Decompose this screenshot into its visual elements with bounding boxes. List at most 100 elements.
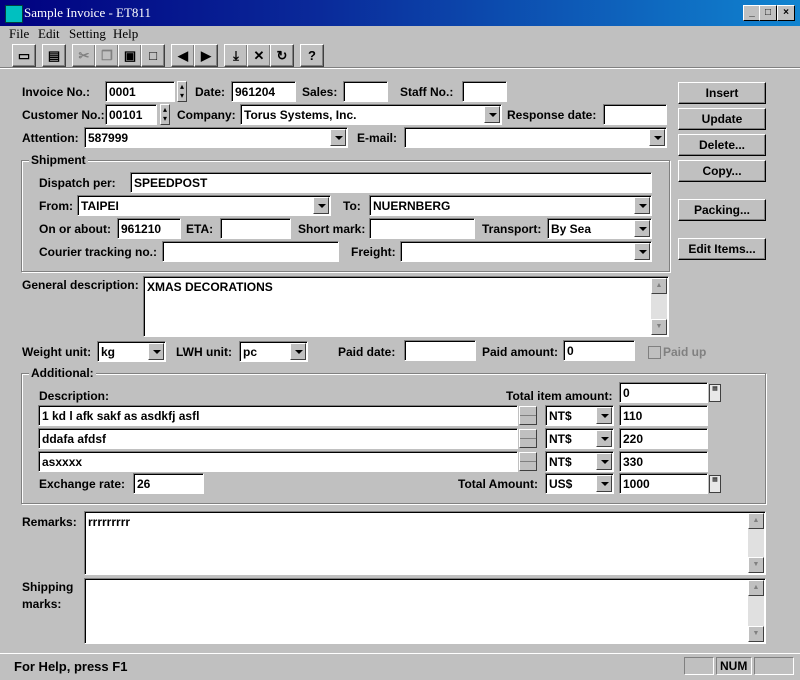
- company-label: Company:: [177, 108, 236, 122]
- total-amount-field[interactable]: 1000: [619, 473, 708, 494]
- close-button[interactable]: ×: [777, 5, 795, 21]
- customer-no-spin[interactable]: ▴ ▾: [160, 104, 170, 125]
- invoice-no-label: Invoice No.:: [22, 85, 91, 99]
- currency-dropdown-icon[interactable]: [596, 430, 612, 447]
- packing-button[interactable]: Packing...: [678, 199, 766, 221]
- item-description-field[interactable]: asxxxx: [38, 451, 518, 472]
- freight-label: Freight:: [351, 245, 396, 259]
- new-icon[interactable]: □: [141, 44, 165, 67]
- item-amount-field[interactable]: 220: [619, 428, 708, 449]
- app-icon[interactable]: [5, 5, 23, 23]
- prev-icon[interactable]: ◀: [171, 44, 195, 67]
- transport-dropdown-icon[interactable]: [634, 220, 650, 237]
- menu-edit[interactable]: Edit: [38, 26, 60, 42]
- scroll-down-icon[interactable]: ▼: [748, 557, 764, 573]
- courier-field[interactable]: [162, 241, 339, 262]
- item-currency-combo[interactable]: NT$: [545, 451, 614, 472]
- scroll-up-icon[interactable]: ▲: [748, 580, 764, 596]
- sales-field[interactable]: [343, 81, 388, 102]
- item-currency-combo[interactable]: NT$: [545, 405, 614, 426]
- calculator-icon[interactable]: ▦: [709, 384, 721, 402]
- weight-unit-dropdown-icon[interactable]: [148, 343, 164, 360]
- from-dropdown-icon[interactable]: [313, 197, 329, 214]
- scroll-down-icon[interactable]: ▼: [748, 626, 764, 642]
- item-spin[interactable]: [519, 429, 537, 448]
- paid-date-field[interactable]: [404, 340, 476, 361]
- menu-setting[interactable]: Setting: [69, 26, 106, 42]
- currency-dropdown-icon[interactable]: [596, 453, 612, 470]
- cut-icon[interactable]: ✂: [72, 44, 96, 67]
- save-icon[interactable]: ⤓: [224, 44, 248, 67]
- scroll-up-icon[interactable]: ▲: [651, 278, 667, 294]
- total-currency-dropdown-icon[interactable]: [596, 475, 612, 492]
- date-label: Date:: [195, 85, 226, 99]
- staff-no-field[interactable]: [462, 81, 507, 102]
- paste-icon[interactable]: ▣: [118, 44, 142, 67]
- to-dropdown-icon[interactable]: [634, 197, 650, 214]
- on-about-field[interactable]: 961210: [117, 218, 181, 239]
- open-icon[interactable]: ▭: [12, 44, 36, 67]
- paid-up-checkbox[interactable]: [648, 346, 661, 359]
- to-combo[interactable]: NUERNBERG: [369, 195, 652, 216]
- weight-unit-combo[interactable]: kg: [97, 341, 166, 362]
- item-spin[interactable]: [519, 452, 537, 471]
- shipping-marks-scrollbar[interactable]: ▲ ▼: [748, 580, 764, 642]
- attention-dropdown-icon[interactable]: [330, 129, 346, 146]
- item-currency-combo[interactable]: NT$: [545, 428, 614, 449]
- general-description-memo[interactable]: XMAS DECORATIONS ▲ ▼: [143, 276, 669, 337]
- help-icon[interactable]: ?: [300, 44, 324, 67]
- maximize-button[interactable]: □: [759, 5, 777, 21]
- paid-up-label: Paid up: [663, 345, 707, 359]
- item-description-field[interactable]: 1 kd l afk sakf as asdkfj asfl: [38, 405, 518, 426]
- total-item-amount-field[interactable]: 0: [619, 382, 708, 403]
- menu-help[interactable]: Help: [113, 26, 138, 42]
- copy-icon[interactable]: ❐: [95, 44, 119, 67]
- item-amount-field[interactable]: 110: [619, 405, 708, 426]
- update-button[interactable]: Update: [678, 108, 766, 130]
- delete-icon[interactable]: ✕: [247, 44, 271, 67]
- paid-amount-field[interactable]: 0: [563, 340, 635, 361]
- delete-button[interactable]: Delete...: [678, 134, 766, 156]
- lwh-unit-dropdown-icon[interactable]: [290, 343, 306, 360]
- dispatch-field[interactable]: SPEEDPOST: [130, 172, 652, 193]
- copy-button[interactable]: Copy...: [678, 160, 766, 182]
- exchange-rate-field[interactable]: 26: [133, 473, 204, 494]
- refresh-icon[interactable]: ↻: [270, 44, 294, 67]
- scroll-up-icon[interactable]: ▲: [748, 513, 764, 529]
- remarks-scrollbar[interactable]: ▲ ▼: [748, 513, 764, 573]
- status-panel-scroll: [754, 657, 794, 675]
- total-currency-combo[interactable]: US$: [545, 473, 614, 494]
- scroll-down-icon[interactable]: ▼: [651, 319, 667, 335]
- general-description-scrollbar[interactable]: ▲ ▼: [651, 278, 667, 335]
- company-combo[interactable]: Torus Systems, Inc.: [240, 104, 502, 125]
- lwh-unit-combo[interactable]: pc: [239, 341, 308, 362]
- next-icon[interactable]: ▶: [194, 44, 218, 67]
- from-combo[interactable]: TAIPEI: [77, 195, 331, 216]
- total-currency-value: US$: [549, 477, 573, 491]
- edit-items-button[interactable]: Edit Items...: [678, 238, 766, 260]
- shipping-marks-memo[interactable]: ▲ ▼: [84, 578, 766, 644]
- attention-combo[interactable]: 587999: [84, 127, 348, 148]
- short-mark-field[interactable]: [369, 218, 475, 239]
- freight-dropdown-icon[interactable]: [634, 243, 650, 260]
- customer-no-field[interactable]: 00101: [105, 104, 157, 125]
- company-dropdown-icon[interactable]: [484, 106, 500, 123]
- item-description-field[interactable]: ddafa afdsf: [38, 428, 518, 449]
- item-spin[interactable]: [519, 406, 537, 425]
- invoice-no-spin[interactable]: ▴ ▾: [177, 81, 187, 102]
- currency-dropdown-icon[interactable]: [596, 407, 612, 424]
- transport-combo[interactable]: By Sea: [547, 218, 652, 239]
- remarks-memo[interactable]: rrrrrrrrr ▲ ▼: [84, 511, 766, 575]
- freight-combo[interactable]: [400, 241, 652, 262]
- date-field[interactable]: 961204: [231, 81, 296, 102]
- eta-field[interactable]: [220, 218, 291, 239]
- response-date-field[interactable]: [603, 104, 667, 125]
- calculator-icon[interactable]: ▦: [709, 475, 721, 493]
- invoice-no-field[interactable]: 0001: [105, 81, 175, 102]
- email-combo[interactable]: [404, 127, 667, 148]
- email-dropdown-icon[interactable]: [649, 129, 665, 146]
- menu-file[interactable]: File: [9, 26, 29, 42]
- insert-button[interactable]: Insert: [678, 82, 766, 104]
- item-amount-field[interactable]: 330: [619, 451, 708, 472]
- print-icon[interactable]: ▤: [42, 44, 66, 67]
